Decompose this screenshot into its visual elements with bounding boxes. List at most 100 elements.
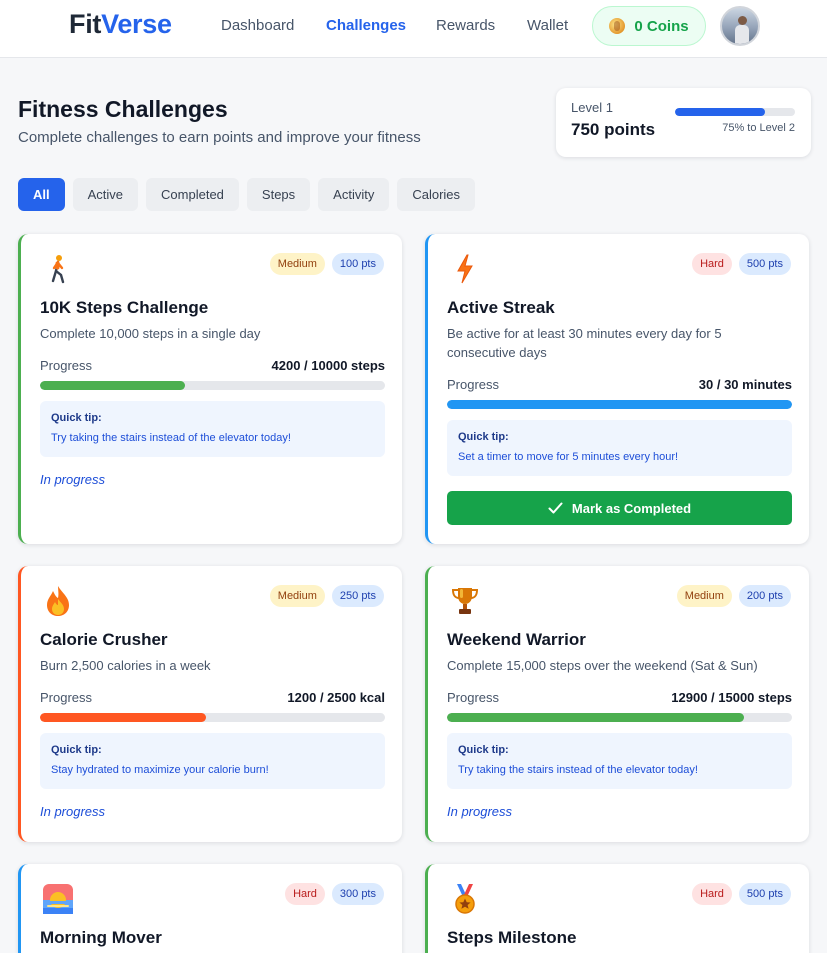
progress-value: 12900 / 15000 steps [671, 690, 792, 705]
sunrise-icon [40, 881, 76, 917]
lightning-icon [447, 251, 483, 287]
nav-link-challenges[interactable]: Challenges [326, 17, 406, 34]
challenge-card-morning-mover: Hard 300 pts Morning Mover [18, 864, 402, 953]
logo[interactable]: FitVerse [69, 9, 172, 40]
coins-balance-button[interactable]: 0 Coins [592, 6, 706, 46]
challenge-card-calorie-crusher: Medium 250 pts Calorie Crusher Burn 2,50… [18, 566, 402, 842]
medal-icon [447, 881, 483, 917]
fire-icon [40, 583, 76, 619]
progress-fill [40, 713, 206, 722]
tab-activity[interactable]: Activity [318, 178, 390, 211]
points-badge: 300 pts [331, 883, 384, 905]
tip-text: Set a timer to move for 5 minutes every … [458, 451, 679, 463]
difficulty-badge: Medium [676, 585, 732, 607]
status-text: In progress [40, 472, 106, 487]
nav-link-rewards[interactable]: Rewards [436, 17, 495, 34]
challenge-description: Complete 10,000 steps in a single day [40, 326, 261, 341]
progress-value: 30 / 30 minutes [698, 377, 792, 392]
points-badge: 500 pts [738, 883, 791, 905]
difficulty-badge: Hard [692, 883, 732, 905]
top-nav: FitVerse Dashboard Challenges Rewards Wa… [0, 0, 827, 58]
progress-label: Progress [40, 358, 93, 373]
progress-row: Progress 1200 / 2500 kcal [40, 690, 385, 705]
difficulty-badge: Hard [692, 253, 732, 275]
points-badge: 200 pts [738, 585, 791, 607]
progress-bar [40, 381, 385, 390]
progress-value: 4200 / 10000 steps [271, 358, 385, 373]
badge-group: Medium 200 pts [676, 585, 791, 607]
difficulty-badge: Hard [285, 883, 325, 905]
progress-row: Progress 4200 / 10000 steps [40, 358, 385, 373]
avatar[interactable] [720, 6, 760, 46]
progress-row: Progress 12900 / 15000 steps [447, 690, 792, 705]
points-badge: 500 pts [738, 253, 791, 275]
tab-all[interactable]: All [18, 178, 65, 211]
points-badge: 100 pts [331, 253, 384, 275]
quick-tip: Quick tip: Try taking the stairs instead… [447, 733, 792, 789]
tab-steps[interactable]: Steps [246, 178, 311, 211]
progress-label: Progress [40, 690, 93, 705]
level-progress-bar [675, 108, 795, 116]
progress-label: Progress [447, 377, 500, 392]
challenge-card-steps-milestone: Hard 500 pts Steps Milestone [425, 864, 809, 953]
tip-text: Try taking the stairs instead of the ele… [458, 764, 698, 776]
challenge-card-weekend-warrior: Medium 200 pts Weekend Warrior Complete … [425, 566, 809, 842]
challenge-description: Complete 15,000 steps over the weekend (… [447, 658, 758, 673]
challenge-description: Burn 2,500 calories in a week [40, 658, 211, 673]
checkmark-icon [548, 502, 563, 514]
mark-completed-button[interactable]: Mark as Completed [447, 491, 792, 525]
level-card: Level 1 750 points 75% to Level 2 [556, 88, 811, 157]
page-subtitle: Complete challenges to earn points and i… [18, 129, 421, 146]
tip-title: Quick tip: [51, 412, 102, 424]
badge-group: Hard 500 pts [692, 253, 791, 275]
level-next-label: 75% to Level 2 [722, 122, 795, 134]
badge-group: Hard 500 pts [692, 883, 791, 905]
badge-group: Medium 100 pts [269, 253, 384, 275]
challenge-card-10k-steps: Medium 100 pts 10K Steps Challenge Compl… [18, 234, 402, 544]
mark-completed-label: Mark as Completed [571, 500, 692, 516]
difficulty-badge: Medium [269, 585, 325, 607]
challenge-title: Morning Mover [40, 928, 162, 947]
challenge-title: Active Streak [447, 298, 555, 317]
quick-tip: Quick tip: Stay hydrated to maximize you… [40, 733, 385, 789]
badge-group: Hard 300 pts [285, 883, 384, 905]
challenge-title: 10K Steps Challenge [40, 298, 209, 317]
progress-bar [40, 713, 385, 722]
challenge-description: Be active for at least 30 minutes every … [447, 326, 722, 360]
progress-bar [447, 400, 792, 409]
difficulty-badge: Medium [269, 253, 325, 275]
nav-link-dashboard[interactable]: Dashboard [221, 17, 294, 34]
challenge-title: Calorie Crusher [40, 630, 168, 649]
logo-text-fit: Fit [69, 9, 102, 39]
tip-text: Stay hydrated to maximize your calorie b… [51, 764, 269, 776]
quick-tip: Quick tip: Set a timer to move for 5 min… [447, 420, 792, 476]
badge-group: Medium 250 pts [269, 585, 384, 607]
tab-active[interactable]: Active [72, 178, 139, 211]
progress-value: 1200 / 2500 kcal [287, 690, 385, 705]
challenge-card-active-streak: Hard 500 pts Active Streak Be active for… [425, 234, 809, 544]
challenge-title: Weekend Warrior [447, 630, 586, 649]
tip-text: Try taking the stairs instead of the ele… [51, 432, 291, 444]
tip-title: Quick tip: [458, 744, 509, 756]
walking-person-icon [40, 251, 76, 287]
trophy-icon [447, 583, 483, 619]
quick-tip: Quick tip: Try taking the stairs instead… [40, 401, 385, 457]
status-text: In progress [447, 804, 513, 819]
tab-completed[interactable]: Completed [146, 178, 239, 211]
tip-title: Quick tip: [458, 431, 509, 443]
tip-title: Quick tip: [51, 744, 102, 756]
filter-tabs: All Active Completed Steps Activity Calo… [18, 178, 476, 211]
level-label: Level 1 [571, 100, 613, 115]
page-title: Fitness Challenges [18, 96, 228, 122]
logo-text-verse: Verse [101, 9, 172, 39]
progress-fill [40, 381, 185, 390]
money-bag-icon [609, 18, 626, 34]
level-points: 750 points [571, 120, 656, 139]
status-text: In progress [40, 804, 106, 819]
level-progress-fill [675, 108, 765, 116]
nav-link-wallet[interactable]: Wallet [527, 17, 568, 34]
progress-fill [447, 713, 744, 722]
progress-label: Progress [447, 690, 500, 705]
tab-calories[interactable]: Calories [397, 178, 476, 211]
points-badge: 250 pts [331, 585, 384, 607]
